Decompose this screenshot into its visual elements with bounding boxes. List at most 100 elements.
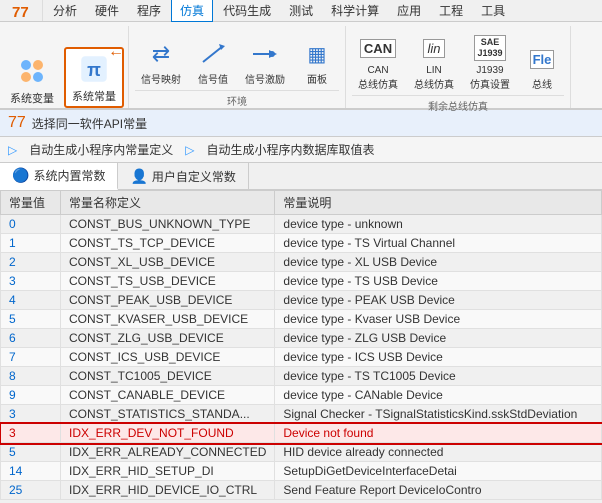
col-value: 常量值 (1, 191, 61, 215)
cell-desc: device type - CANable Device (275, 386, 602, 405)
cell-value: 1 (1, 234, 61, 253)
sysvar-button[interactable]: 系统变量 (4, 51, 60, 108)
j1939-button[interactable]: SAEJ1939 J1939仿真设置 (464, 30, 516, 93)
auto-gen-const-button[interactable]: 自动生成小程序内常量定义 (25, 140, 177, 159)
cell-desc: device type - unknown (275, 215, 602, 234)
sysconst-icon: π (76, 51, 112, 87)
j1939-icon: SAEJ1939 (474, 32, 506, 64)
cell-desc: SetupDiGetDeviceInterfaceDetai (275, 462, 602, 481)
table-row[interactable]: 5CONST_KVASER_USB_DEVICEdevice type - Kv… (1, 310, 602, 329)
tab-system-label: 系统内置常数 (33, 167, 105, 184)
menu-program[interactable]: 程序 (129, 0, 169, 21)
cell-name: CONST_BUS_UNKNOWN_TYPE (61, 215, 275, 234)
j1939-label: J1939仿真设置 (470, 65, 510, 91)
cell-value: 14 (1, 462, 61, 481)
sigstimu-label: 信号激励 (245, 71, 285, 86)
linsim-icon: lin (418, 32, 450, 64)
cell-desc: device type - ZLG USB Device (275, 329, 602, 348)
cansim-label: CAN总线仿真 (358, 65, 398, 91)
menu-tools[interactable]: 工具 (473, 0, 513, 21)
bus-group-label: 剩余总线仿真 (352, 95, 564, 113)
cell-desc: Send Feature Report DeviceIoContro (275, 481, 602, 500)
cell-value: 2 (1, 253, 61, 272)
table-row[interactable]: 0CONST_BUS_UNKNOWN_TYPEdevice type - unk… (1, 215, 602, 234)
menu-codegen[interactable]: 代码生成 (215, 0, 279, 21)
table-row[interactable]: 3CONST_TS_USB_DEVICEdevice type - TS USB… (1, 272, 602, 291)
api-select-label: 选择同一软件API常量 (32, 115, 147, 132)
cell-name: CONST_XL_USB_DEVICE (61, 253, 275, 272)
cell-desc: device type - TS USB Device (275, 272, 602, 291)
panel-label: 面板 (307, 71, 327, 86)
table-row[interactable]: 14IDX_ERR_HID_SETUP_DISetupDiGetDeviceIn… (1, 462, 602, 481)
table-row[interactable]: 3CONST_STATISTICS_STANDA...Signal Checke… (1, 405, 602, 424)
cell-name: CONST_TC1005_DEVICE (61, 367, 275, 386)
table-row[interactable]: 6CONST_ZLG_USB_DEVICEdevice type - ZLG U… (1, 329, 602, 348)
svg-text:π: π (87, 60, 101, 80)
app-logo: 77 (4, 0, 43, 21)
sigmap-icon: ⇄ (145, 38, 177, 70)
cell-name: CONST_CANABLE_DEVICE (61, 386, 275, 405)
api-select-icon: 77 (8, 114, 26, 132)
tab-user[interactable]: 👤 用户自定义常数 (118, 163, 248, 189)
menu-test[interactable]: 测试 (281, 0, 321, 21)
table-container: 常量值 常量名称定义 常量说明 0CONST_BUS_UNKNOWN_TYPEd… (0, 190, 602, 500)
sysconst-button[interactable]: ← π 系统常量 (64, 47, 124, 108)
constants-table: 常量值 常量名称定义 常量说明 0CONST_BUS_UNKNOWN_TYPEd… (0, 190, 602, 500)
sigval-button[interactable]: 信号值 (191, 36, 235, 88)
auto-gen-table-button[interactable]: 自动生成小程序内数据库取值表 (202, 140, 378, 159)
menu-hardware[interactable]: 硬件 (87, 0, 127, 21)
menu-analysis[interactable]: 分析 (45, 0, 85, 21)
panel-button[interactable]: ▦ 面板 (295, 36, 339, 88)
table-row[interactable]: 8CONST_TC1005_DEVICEdevice type - TS TC1… (1, 367, 602, 386)
table-row[interactable]: 1CONST_TS_TCP_DEVICEdevice type - TS Vir… (1, 234, 602, 253)
cell-name: CONST_ZLG_USB_DEVICE (61, 329, 275, 348)
flexi-label: 总线 (532, 76, 552, 91)
auto-gen-table-icon: ▷ (185, 143, 194, 157)
sysconst-label: 系统常量 (72, 88, 116, 104)
cell-name: CONST_PEAK_USB_DEVICE (61, 291, 275, 310)
ribbon: 系统变量 ← π 系统常量 ⇄ 信号映射 (0, 22, 602, 110)
menu-scicomp[interactable]: 科学计算 (323, 0, 387, 21)
table-row[interactable]: 3IDX_ERR_DEV_NOT_FOUNDDevice not found (1, 424, 602, 443)
ribbon-group-bus: CAN CAN总线仿真 lin LIN总线仿真 SAEJ1939 J1939仿真… (346, 26, 571, 108)
cell-name: CONST_TS_USB_DEVICE (61, 272, 275, 291)
sigstimu-icon (249, 38, 281, 70)
menu-app[interactable]: 应用 (389, 0, 429, 21)
cell-value: 8 (1, 367, 61, 386)
flexi-button[interactable]: Fle 总线 (520, 41, 564, 93)
cell-desc: device type - PEAK USB Device (275, 291, 602, 310)
col-desc: 常量说明 (275, 191, 602, 215)
ribbon-group-1: 系统变量 ← π 系统常量 (0, 26, 129, 108)
table-row[interactable]: 5IDX_ERR_ALREADY_CONNECTEDHID device alr… (1, 443, 602, 462)
linsim-label: LIN总线仿真 (414, 65, 454, 91)
cell-value: 25 (1, 481, 61, 500)
table-row[interactable]: 7CONST_ICS_USB_DEVICEdevice type - ICS U… (1, 348, 602, 367)
tab-user-label: 用户自定义常数 (152, 168, 236, 185)
cell-desc: HID device already connected (275, 443, 602, 462)
cansim-button[interactable]: CAN CAN总线仿真 (352, 30, 404, 93)
table-row[interactable]: 9CONST_CANABLE_DEVICEdevice type - CANab… (1, 386, 602, 405)
linsim-button[interactable]: lin LIN总线仿真 (408, 30, 460, 93)
menu-bar: 77 分析 硬件 程序 仿真 代码生成 测试 科学计算 应用 工程 工具 (0, 0, 602, 22)
cell-value: 5 (1, 310, 61, 329)
sigval-icon (197, 38, 229, 70)
cell-name: IDX_ERR_HID_SETUP_DI (61, 462, 275, 481)
tab-system[interactable]: 🔵 系统内置常数 (0, 163, 118, 190)
sigmap-button[interactable]: ⇄ 信号映射 (135, 36, 187, 88)
menu-simulation[interactable]: 仿真 (171, 0, 213, 22)
cell-desc: device type - TS Virtual Channel (275, 234, 602, 253)
table-row[interactable]: 2CONST_XL_USB_DEVICEdevice type - XL USB… (1, 253, 602, 272)
cell-value: 3 (1, 424, 61, 443)
tab-user-icon: 👤 (130, 168, 147, 185)
cell-value: 5 (1, 443, 61, 462)
sigstimu-button[interactable]: 信号激励 (239, 36, 291, 88)
sysvar-label: 系统变量 (10, 90, 54, 106)
menu-engineering[interactable]: 工程 (431, 0, 471, 21)
cell-value: 9 (1, 386, 61, 405)
cell-desc: device type - ICS USB Device (275, 348, 602, 367)
cell-value: 3 (1, 272, 61, 291)
table-row[interactable]: 25IDX_ERR_HID_DEVICE_IO_CTRLSend Feature… (1, 481, 602, 500)
table-row[interactable]: 4CONST_PEAK_USB_DEVICEdevice type - PEAK… (1, 291, 602, 310)
tab-system-icon: 🔵 (12, 167, 29, 184)
cell-name: CONST_TS_TCP_DEVICE (61, 234, 275, 253)
